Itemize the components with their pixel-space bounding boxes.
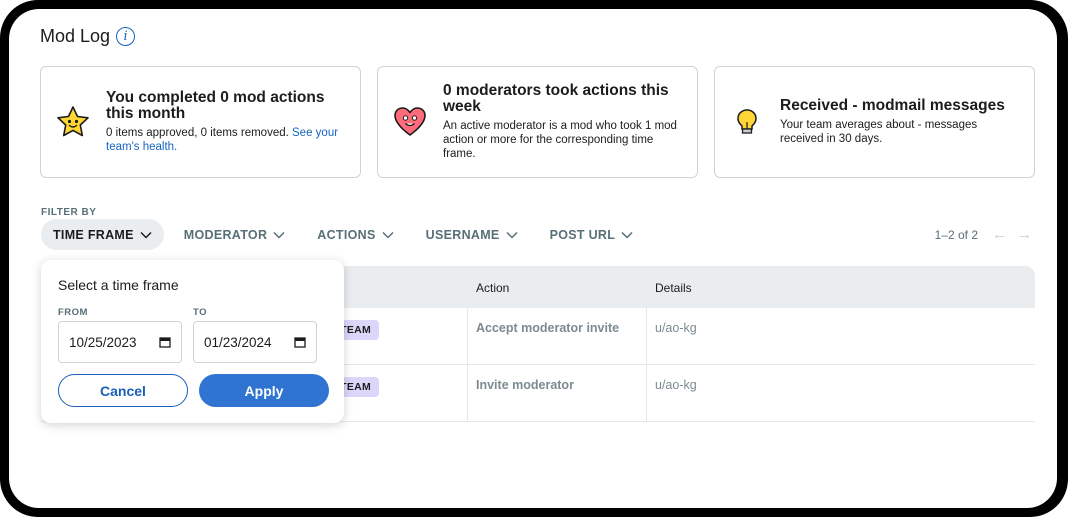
chevron-down-icon bbox=[621, 231, 633, 239]
card-text: Your team averages about - messages rece… bbox=[780, 119, 978, 145]
moderators-card: 0 moderators took actions this week An a… bbox=[377, 66, 698, 178]
card-body: You completed 0 mod actions this month 0… bbox=[106, 90, 346, 154]
filter-bar: TIME FRAME MODERATOR ACTIONS USERNAME PO… bbox=[41, 219, 653, 250]
page-title: Mod Log bbox=[40, 26, 111, 46]
popover-title: Select a time frame bbox=[58, 277, 179, 293]
star-icon bbox=[55, 104, 91, 140]
pagination-count: 1–2 of 2 bbox=[934, 227, 978, 242]
to-label: TO bbox=[193, 307, 208, 318]
chevron-down-icon bbox=[506, 231, 518, 239]
details-cell: u/ao-kg bbox=[655, 378, 697, 392]
arrow-right-icon[interactable]: → bbox=[1017, 226, 1032, 243]
info-icon[interactable]: i bbox=[116, 27, 136, 46]
filter-post-url[interactable]: POST URL bbox=[538, 219, 646, 250]
action-cell: Invite moderator bbox=[476, 378, 574, 392]
card-title: Received - modmail messages bbox=[780, 97, 1005, 114]
device-frame: Mod Log i You completed 0 mod actions th… bbox=[0, 0, 1068, 517]
calendar-icon[interactable] bbox=[294, 336, 306, 348]
column-header-action: Action bbox=[476, 281, 510, 295]
page-header: Mod Log i bbox=[40, 26, 136, 47]
apply-button[interactable]: Apply bbox=[199, 374, 329, 407]
card-text: 0 items approved, 0 items removed. See y… bbox=[106, 127, 339, 153]
filter-username[interactable]: USERNAME bbox=[414, 219, 530, 250]
details-cell: u/ao-kg bbox=[655, 321, 697, 335]
heart-icon bbox=[392, 104, 428, 140]
card-body: 0 moderators took actions this week An a… bbox=[443, 83, 683, 161]
chevron-down-icon bbox=[273, 231, 285, 239]
lightbulb-icon bbox=[729, 104, 765, 140]
action-cell: Accept moderator invite bbox=[476, 321, 620, 335]
filter-label: FILTER BY bbox=[41, 207, 97, 218]
modmail-card: Received - modmail messages Your team av… bbox=[714, 66, 1035, 178]
from-label: FROM bbox=[58, 307, 88, 318]
arrow-left-icon[interactable]: ← bbox=[992, 226, 1007, 243]
pagination: 1–2 of 2 ← → bbox=[935, 226, 1032, 243]
to-date-input[interactable]: 01/23/2024 bbox=[193, 321, 317, 363]
app-screen: Mod Log i You completed 0 mod actions th… bbox=[9, 9, 1057, 508]
mod-actions-card: You completed 0 mod actions this month 0… bbox=[40, 66, 361, 178]
time-frame-popover: Select a time frame FROM TO 10/25/2023 0… bbox=[41, 260, 344, 423]
from-date-input[interactable]: 10/25/2023 bbox=[58, 321, 182, 363]
card-body: Received - modmail messages Your team av… bbox=[780, 98, 1020, 146]
calendar-icon[interactable] bbox=[159, 336, 171, 348]
chevron-down-icon bbox=[140, 231, 152, 239]
card-text: An active moderator is a mod who took 1 … bbox=[443, 120, 677, 160]
card-title: 0 moderators took actions this week bbox=[443, 82, 669, 115]
filter-time-frame[interactable]: TIME FRAME bbox=[41, 219, 164, 250]
chevron-down-icon bbox=[382, 231, 394, 239]
column-header-details: Details bbox=[655, 281, 692, 295]
cancel-button[interactable]: Cancel bbox=[58, 374, 188, 407]
card-title: You completed 0 mod actions this month bbox=[106, 89, 325, 122]
filter-actions[interactable]: ACTIONS bbox=[305, 219, 405, 250]
filter-moderator[interactable]: MODERATOR bbox=[172, 219, 298, 250]
